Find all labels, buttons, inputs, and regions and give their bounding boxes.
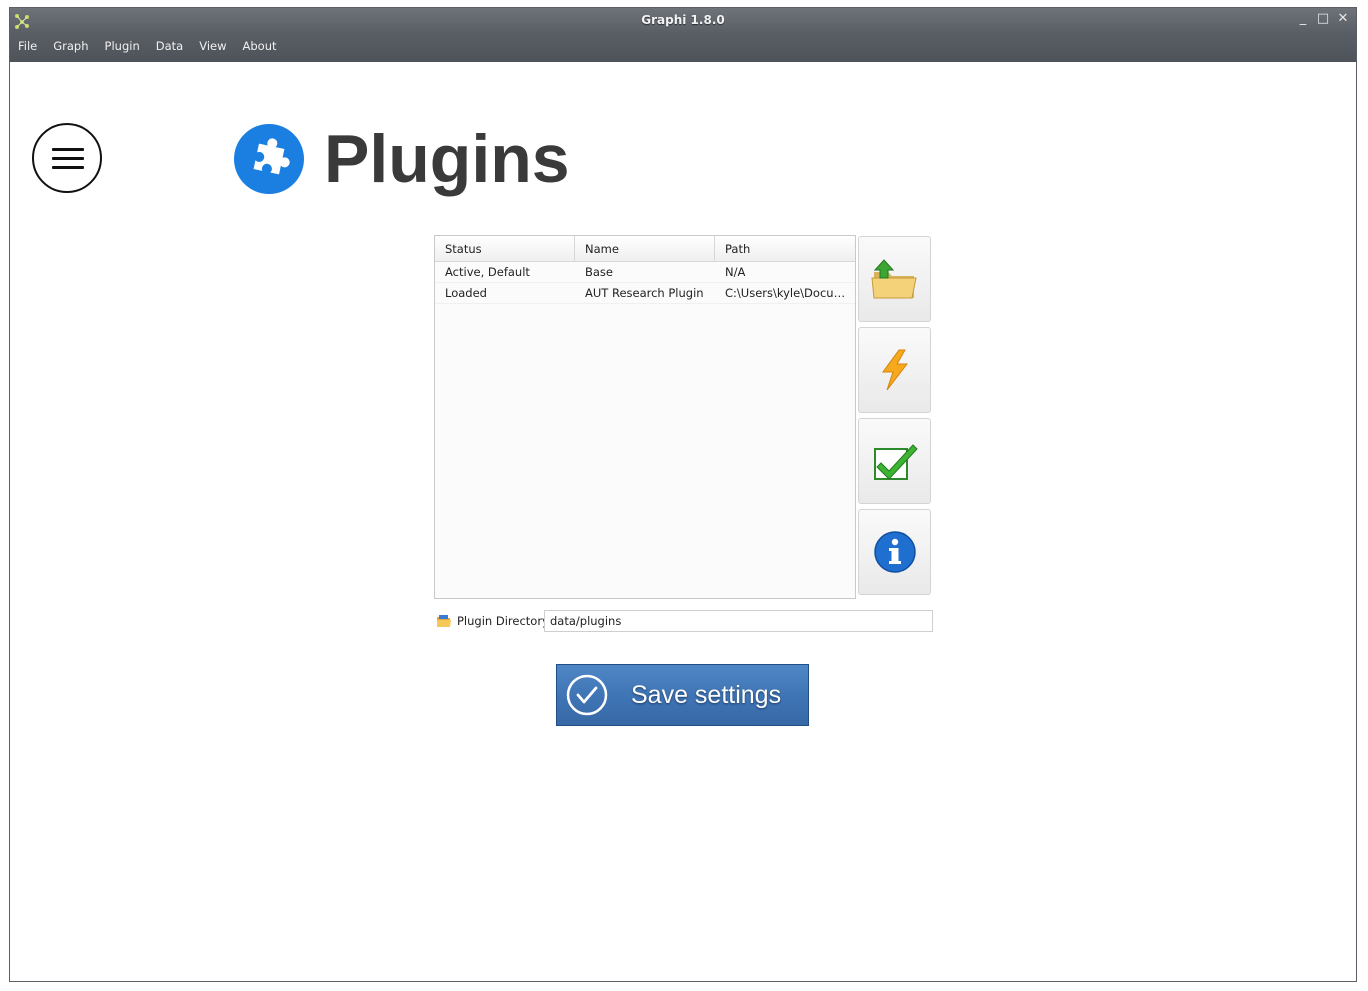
menu-view[interactable]: View: [191, 38, 234, 56]
import-plugin-button[interactable]: [858, 236, 931, 322]
hamburger-line: [52, 148, 84, 151]
plugin-directory-row: Plugin Directory: [436, 610, 933, 632]
cell-name: AUT Research Plugin: [585, 286, 704, 300]
puzzle-icon: [234, 124, 304, 194]
menu-about[interactable]: About: [235, 38, 285, 56]
minimize-button[interactable]: _: [1296, 12, 1310, 26]
menu-bar: File Graph Plugin Data View About: [10, 38, 285, 56]
cell-path: N/A: [725, 265, 746, 279]
enable-plugin-button[interactable]: [858, 418, 931, 504]
lightning-icon: [881, 349, 908, 391]
table-header: Status Name Path: [435, 236, 855, 262]
plugins-table: Status Name Path Active, Default Base N/…: [434, 235, 856, 599]
checkmark-icon: [873, 444, 918, 480]
table-row[interactable]: Active, Default Base N/A: [435, 262, 855, 283]
close-button[interactable]: ✕: [1336, 12, 1350, 26]
import-folder-icon: [870, 259, 917, 299]
info-icon: [873, 531, 916, 573]
plugin-directory-label: Plugin Directory: [457, 614, 549, 628]
folder-icon: [437, 615, 451, 627]
column-header-status[interactable]: Status: [435, 236, 575, 261]
title-bar: Graphi 1.8.0 _ □ ✕ File Graph Plugin Dat…: [10, 8, 1356, 62]
menu-data[interactable]: Data: [148, 38, 191, 56]
menu-plugin[interactable]: Plugin: [97, 38, 148, 56]
hamburger-menu-button[interactable]: [32, 123, 102, 193]
cell-name: Base: [585, 265, 614, 279]
app-window: Graphi 1.8.0 _ □ ✕ File Graph Plugin Dat…: [9, 7, 1357, 982]
hamburger-line: [52, 157, 84, 160]
maximize-button[interactable]: □: [1316, 12, 1330, 26]
save-settings-label: Save settings: [631, 680, 782, 709]
cell-status: Loaded: [445, 286, 487, 300]
window-title: Graphi 1.8.0: [641, 13, 725, 27]
menu-file[interactable]: File: [10, 38, 45, 56]
column-header-name[interactable]: Name: [575, 236, 715, 261]
page-title: Plugins: [324, 121, 570, 197]
activate-plugin-button[interactable]: [858, 327, 931, 413]
table-row[interactable]: Loaded AUT Research Plugin C:\Users\kyle…: [435, 283, 855, 304]
hamburger-line: [52, 166, 84, 169]
menu-graph[interactable]: Graph: [45, 38, 96, 56]
save-settings-button[interactable]: Save settings: [556, 664, 809, 726]
checkmark-circle-icon: [566, 674, 608, 716]
plugin-info-button[interactable]: [858, 509, 931, 595]
plugin-directory-input[interactable]: [544, 610, 933, 632]
cell-path: C:\Users\kyle\Documents: [725, 286, 855, 300]
cell-status: Active, Default: [445, 265, 530, 279]
column-header-path[interactable]: Path: [715, 236, 855, 261]
